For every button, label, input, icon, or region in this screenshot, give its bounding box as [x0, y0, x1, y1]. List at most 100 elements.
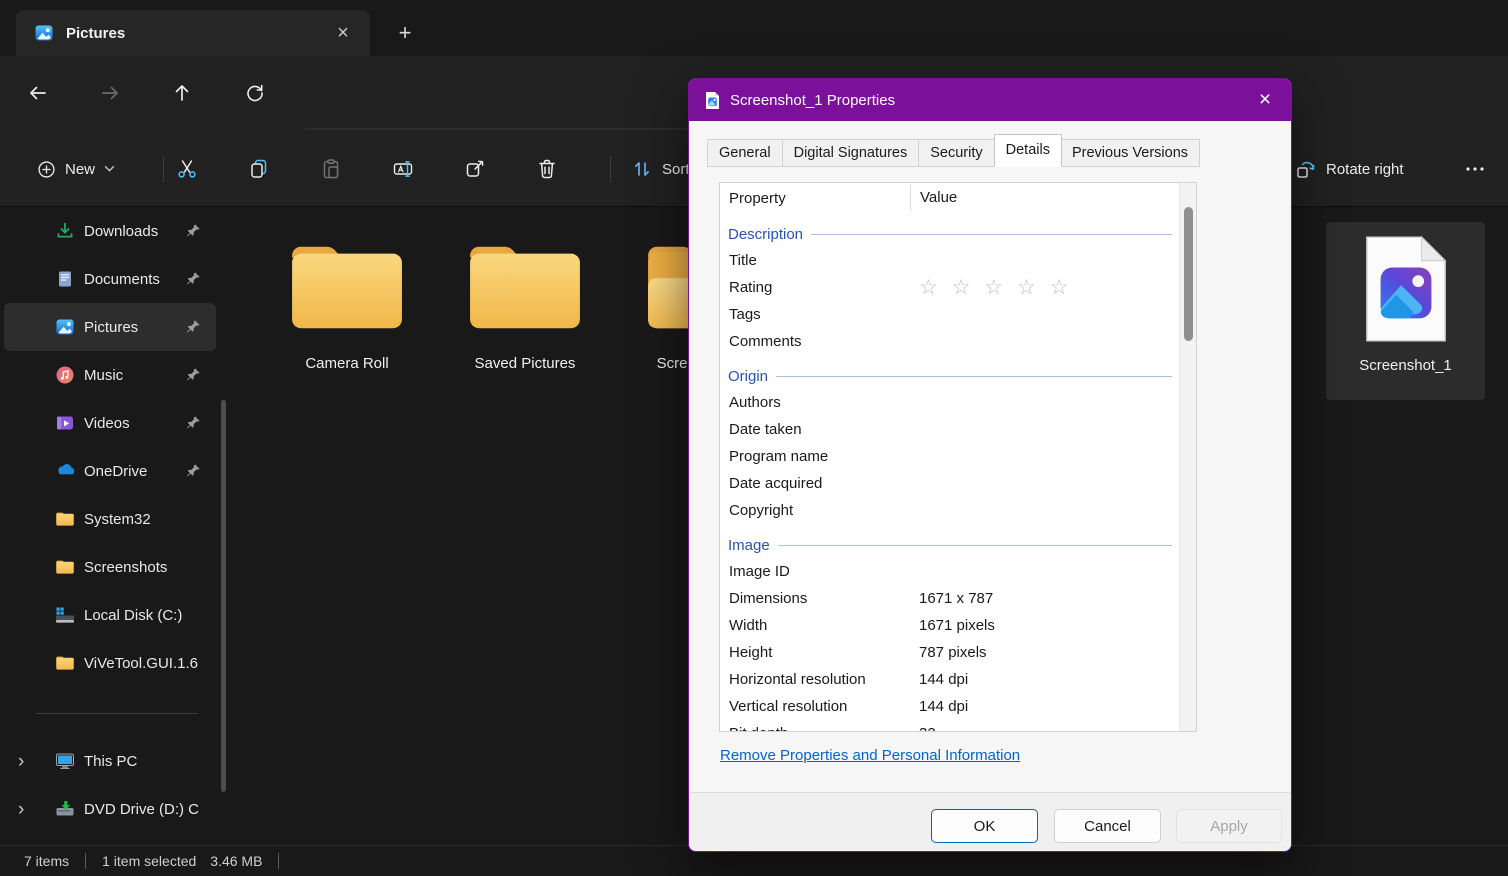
downloads-icon — [55, 221, 75, 241]
see-more-button[interactable] — [1455, 149, 1495, 189]
section-header-image: Image — [720, 532, 1196, 558]
property-value: 787 pixels — [910, 644, 987, 661]
property-label: Title — [720, 252, 910, 269]
sidebar-item-system32[interactable]: System32 — [4, 495, 216, 543]
sidebar-item-local-disk-c[interactable]: Local Disk (C:) — [4, 591, 216, 639]
property-label: Date acquired — [720, 475, 910, 492]
file-item-screenshot-1[interactable]: Screenshot_1 — [1326, 222, 1485, 400]
copy-button[interactable] — [239, 149, 279, 189]
dialog-tab-strip: GeneralDigital SignaturesSecurityDetails… — [707, 134, 1200, 167]
drive-icon — [55, 605, 75, 625]
back-button[interactable] — [16, 71, 60, 115]
pin-icon — [186, 463, 202, 479]
dialog-tab-digital-signatures[interactable]: Digital Signatures — [783, 139, 920, 167]
cut-button[interactable] — [167, 149, 207, 189]
folder-item-camera-roll[interactable]: Camera Roll — [258, 222, 436, 400]
dialog-tab-security[interactable]: Security — [919, 139, 994, 167]
refresh-icon — [243, 81, 267, 105]
section-name: Description — [720, 226, 803, 243]
rotate-right-button[interactable]: Rotate right — [1284, 149, 1414, 189]
property-row-vertical-resolution: Vertical resolution144 dpi — [720, 693, 1196, 720]
chevron-right-icon[interactable]: › — [18, 800, 24, 819]
sidebar-scrollbar[interactable] — [221, 400, 226, 792]
cancel-button[interactable]: Cancel — [1054, 809, 1161, 843]
property-label: Width — [720, 617, 910, 634]
explorer-tab-pictures[interactable]: Pictures × — [16, 10, 370, 56]
sidebar-divider — [36, 713, 198, 714]
status-divider — [85, 853, 86, 869]
paste-button[interactable] — [311, 149, 351, 189]
property-row-copyright: Copyright — [720, 497, 1196, 524]
property-value: 144 dpi — [910, 698, 968, 715]
sidebar-item-this-pc[interactable]: ›This PC — [4, 737, 216, 785]
dialog-tab-details[interactable]: Details — [994, 134, 1062, 167]
dialog-close-icon[interactable]: × — [1249, 85, 1281, 115]
property-row-authors: Authors — [720, 389, 1196, 416]
section-name: Image — [720, 537, 770, 554]
property-row-date-taken: Date taken — [720, 416, 1196, 443]
property-label: Dimensions — [720, 590, 910, 607]
table-scrollbar-thumb[interactable] — [1184, 207, 1193, 341]
folder-item-saved-pictures[interactable]: Saved Pictures — [436, 222, 614, 400]
forward-button[interactable] — [88, 71, 132, 115]
sidebar-item-downloads[interactable]: Downloads — [4, 207, 216, 255]
sidebar-item-label: Local Disk (C:) — [84, 607, 216, 624]
tab-close-icon[interactable]: × — [328, 18, 358, 48]
new-button[interactable]: New — [24, 149, 127, 189]
share-icon — [463, 157, 487, 181]
section-header-description: Description — [720, 221, 1196, 247]
sidebar-item-dvd-drive-d-c[interactable]: ›DVD Drive (D:) C — [4, 785, 216, 833]
sidebar-item-vivetool-gui-1-6[interactable]: ViVeTool.GUI.1.6 — [4, 639, 216, 687]
dialog-tab-general[interactable]: General — [707, 139, 783, 167]
properties-dialog: Screenshot_1 Properties × GeneralDigital… — [688, 78, 1292, 852]
property-row-bit-depth: Bit depth32 — [720, 720, 1196, 732]
sidebar-item-pictures[interactable]: Pictures — [4, 303, 216, 351]
items-count: 7 items — [24, 853, 69, 869]
sidebar-item-label: ViVeTool.GUI.1.6 — [84, 655, 216, 672]
property-label: Date taken — [720, 421, 910, 438]
sidebar-item-documents[interactable]: Documents — [4, 255, 216, 303]
sidebar-item-music[interactable]: Music — [4, 351, 216, 399]
rating-stars-icon[interactable]: ☆ ☆ ☆ ☆ ☆ — [910, 277, 1072, 298]
table-scrollbar[interactable] — [1179, 183, 1196, 731]
pin-icon — [186, 415, 202, 431]
property-row-width: Width1671 pixels — [720, 612, 1196, 639]
image-file-icon — [705, 91, 720, 110]
folder-icon — [55, 557, 75, 577]
sidebar-item-onedrive[interactable]: OneDrive — [4, 447, 216, 495]
folder-icon — [283, 236, 411, 343]
refresh-button[interactable] — [233, 71, 277, 115]
property-row-dimensions: Dimensions1671 x 787 — [720, 585, 1196, 612]
pin-icon — [186, 319, 202, 335]
chevron-right-icon[interactable]: › — [18, 752, 24, 771]
tab-title: Pictures — [66, 25, 328, 42]
trash-icon — [535, 157, 559, 181]
delete-button[interactable] — [527, 149, 567, 189]
sort-icon — [630, 157, 654, 181]
sort-button-label: Sort — [662, 161, 690, 178]
ok-button[interactable]: OK — [931, 809, 1038, 843]
section-rule — [811, 234, 1172, 235]
up-button[interactable] — [160, 71, 204, 115]
share-button[interactable] — [455, 149, 495, 189]
property-value: 144 dpi — [910, 671, 968, 688]
dialog-tab-previous-versions[interactable]: Previous Versions — [1061, 139, 1200, 167]
sidebar-item-videos[interactable]: Videos — [4, 399, 216, 447]
sidebar-item-label: Documents — [84, 271, 186, 288]
property-label: Rating — [720, 279, 910, 296]
property-row-horizontal-resolution: Horizontal resolution144 dpi — [720, 666, 1196, 693]
rotate-right-icon — [1294, 157, 1318, 181]
section-name: Origin — [720, 368, 768, 385]
property-value: 32 — [910, 725, 936, 732]
sidebar-item-label: System32 — [84, 511, 216, 528]
forward-icon — [98, 81, 122, 105]
rename-button[interactable] — [383, 149, 423, 189]
apply-button[interactable]: Apply — [1176, 809, 1282, 843]
sidebar-item-label: Videos — [84, 415, 186, 432]
onedrive-icon — [55, 461, 75, 481]
pin-icon — [186, 271, 202, 287]
new-tab-button[interactable]: + — [390, 18, 420, 48]
remove-properties-link[interactable]: Remove Properties and Personal Informati… — [720, 747, 1020, 764]
dialog-title: Screenshot_1 Properties — [730, 92, 895, 109]
sidebar-item-screenshots[interactable]: Screenshots — [4, 543, 216, 591]
